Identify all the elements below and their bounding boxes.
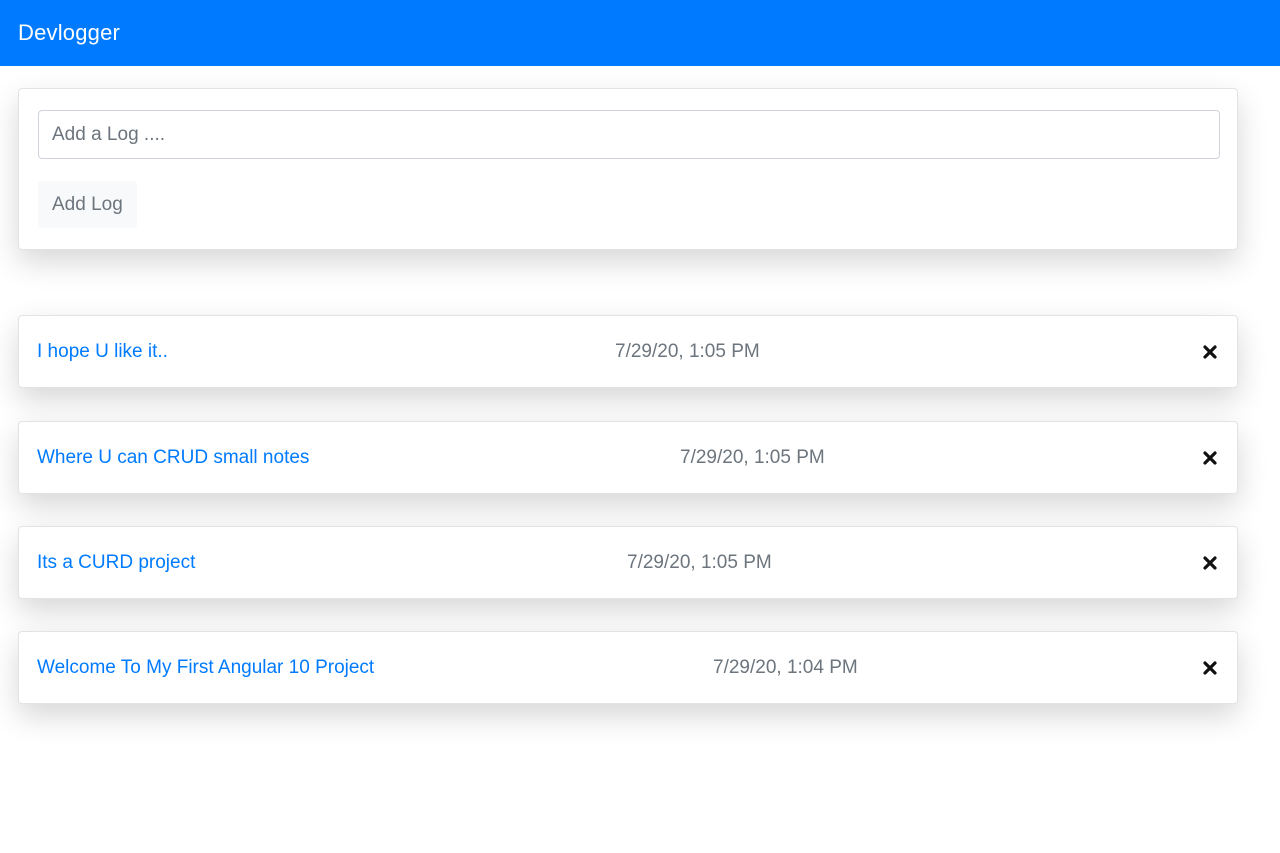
add-log-button[interactable]: Add Log <box>38 181 137 228</box>
log-date: 7/29/20, 1:05 PM <box>680 446 825 468</box>
delete-log-button[interactable] <box>1200 553 1220 573</box>
log-date: 7/29/20, 1:05 PM <box>627 551 772 573</box>
brand-title[interactable]: Devlogger <box>18 20 120 46</box>
log-text[interactable]: I hope U like it.. <box>37 341 168 363</box>
log-date: 7/29/20, 1:05 PM <box>615 340 760 362</box>
navbar: Devlogger <box>0 0 1280 66</box>
log-input[interactable] <box>38 110 1220 159</box>
close-icon <box>1203 344 1217 359</box>
delete-log-button[interactable] <box>1200 342 1220 362</box>
log-item: I hope U like it.. 7/29/20, 1:05 PM <box>18 315 1238 388</box>
delete-log-button[interactable] <box>1200 658 1220 678</box>
add-log-form: Add Log <box>18 88 1238 250</box>
close-icon <box>1203 660 1217 675</box>
log-text[interactable]: Its a CURD project <box>37 552 195 574</box>
log-item: Its a CURD project 7/29/20, 1:05 PM <box>18 526 1238 599</box>
close-icon <box>1203 450 1217 465</box>
log-text[interactable]: Welcome To My First Angular 10 Project <box>37 657 374 679</box>
log-text[interactable]: Where U can CRUD small notes <box>37 447 309 469</box>
log-date: 7/29/20, 1:04 PM <box>713 656 858 678</box>
delete-log-button[interactable] <box>1200 448 1220 468</box>
close-icon <box>1203 555 1217 570</box>
log-item: Welcome To My First Angular 10 Project 7… <box>18 631 1238 704</box>
log-item: Where U can CRUD small notes 7/29/20, 1:… <box>18 421 1238 494</box>
